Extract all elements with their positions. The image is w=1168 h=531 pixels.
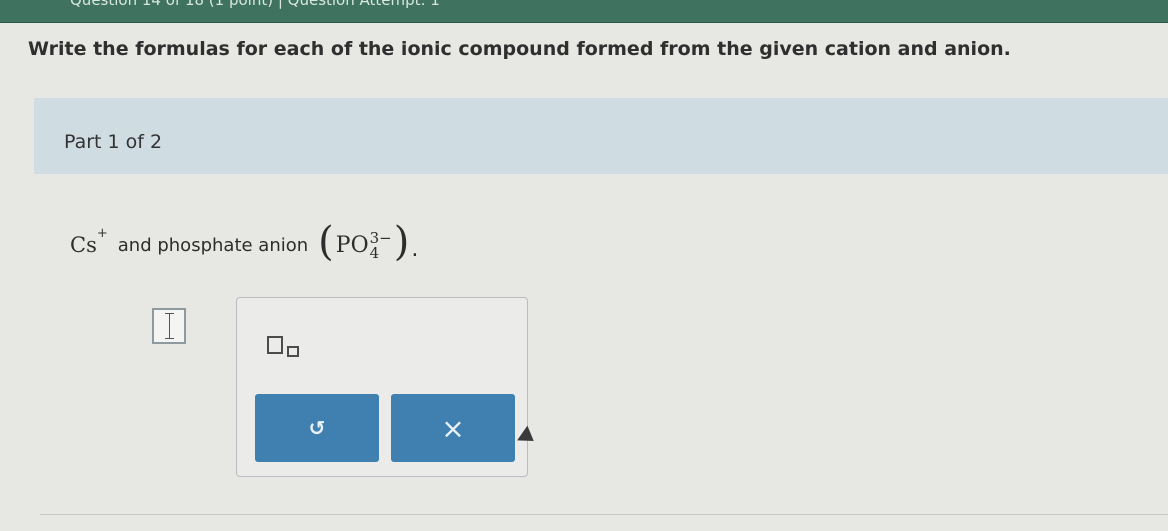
close-icon: × xyxy=(441,411,465,445)
part-label: Part 1 of 2 xyxy=(64,131,163,153)
divider xyxy=(40,514,1168,515)
subscript-template-button[interactable] xyxy=(267,336,313,362)
anion-charge-subscript: 3− 4 xyxy=(370,231,392,261)
part-header: Part 1 of 2 xyxy=(34,98,1168,174)
end-period: . xyxy=(411,236,419,262)
undo-icon: ↺ xyxy=(308,416,326,440)
question-status-bar: Question 14 of 18 (1 point) | Question A… xyxy=(0,0,1168,23)
question-progress-text: Question 14 of 18 (1 point) | Question A… xyxy=(70,0,440,9)
cation-symbol: Cs xyxy=(70,233,97,257)
subscript-small-icon xyxy=(287,346,299,357)
subscript-base-icon xyxy=(267,336,283,354)
cation-charge: + xyxy=(96,225,108,241)
undo-button[interactable]: ↺ xyxy=(255,394,379,462)
answer-toolbox: ↺ × xyxy=(236,297,528,477)
question-text: Cs + and phosphate anion ( PO 3− 4 ) . xyxy=(70,220,418,270)
close-parenthesis: ) xyxy=(393,219,410,265)
connector-text: and phosphate anion xyxy=(117,234,309,256)
text-cursor-icon xyxy=(165,313,174,339)
anion-symbol: PO xyxy=(335,232,369,258)
answer-input[interactable] xyxy=(152,308,186,344)
open-parenthesis: ( xyxy=(318,219,334,265)
clear-button[interactable]: × xyxy=(391,394,515,462)
anion-subscript: 4 xyxy=(369,244,380,262)
question-prompt: Write the formulas for each of the ionic… xyxy=(28,38,1011,60)
